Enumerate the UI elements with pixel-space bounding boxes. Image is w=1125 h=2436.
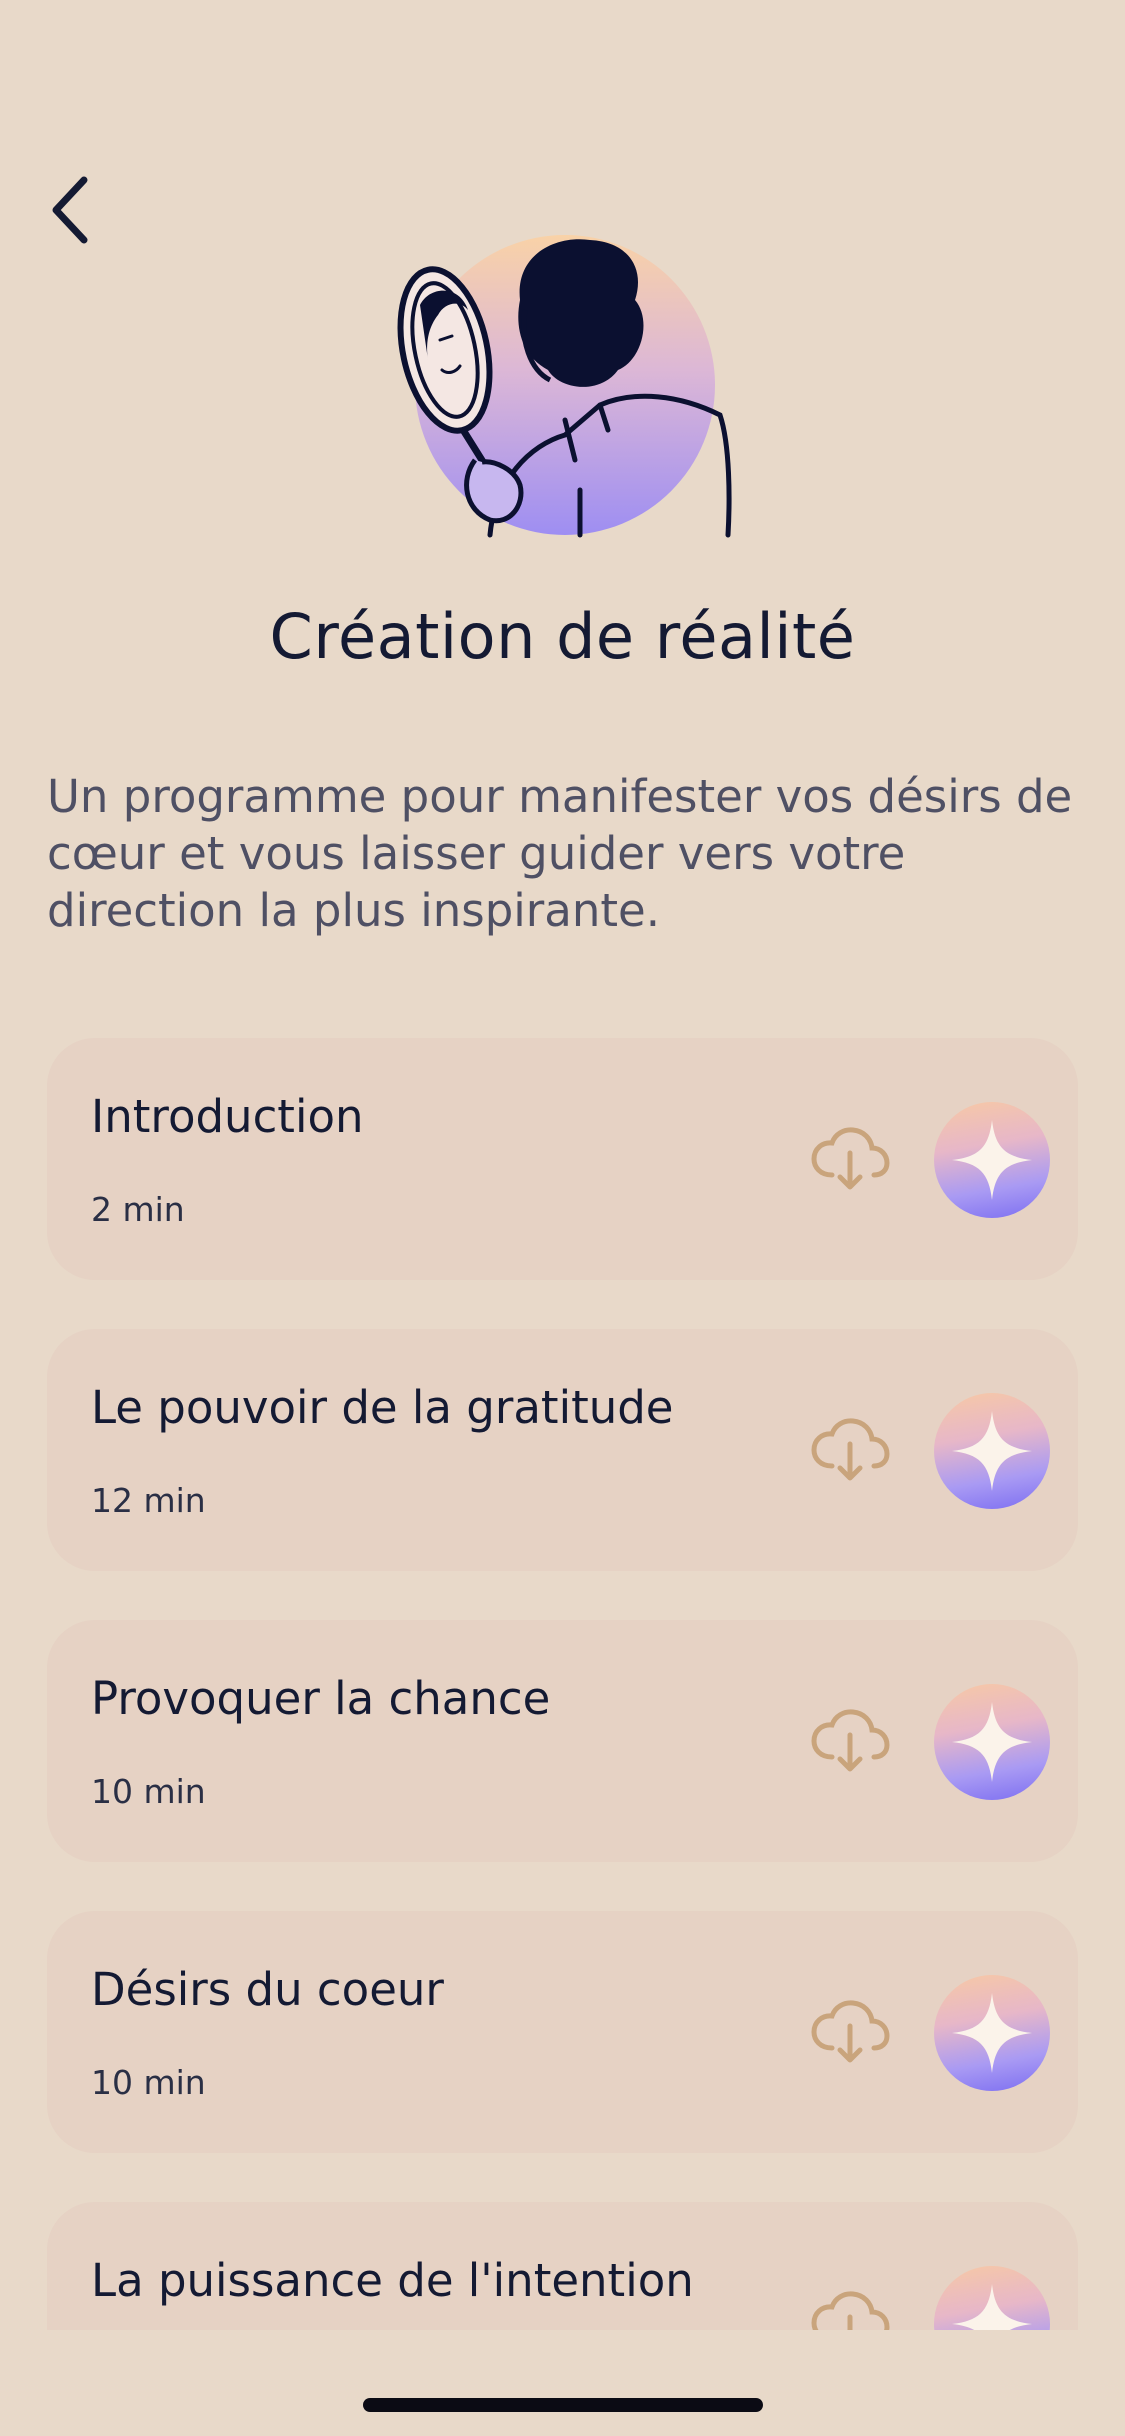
play-button[interactable] [934, 1975, 1050, 2091]
session-card[interactable]: Provoquer la chance 10 min [47, 1620, 1078, 1862]
cloud-download-icon [811, 1127, 890, 1190]
program-description: Un programme pour manifester vos désirs … [47, 770, 1073, 937]
download-button[interactable] [810, 1124, 890, 1194]
download-button[interactable] [810, 2288, 890, 2330]
back-button[interactable] [40, 170, 100, 250]
session-title: Désirs du coeur [91, 1963, 444, 2016]
session-duration: 10 min [91, 1772, 206, 1811]
cloud-download-icon [811, 2291, 890, 2330]
play-button[interactable] [934, 1393, 1050, 1509]
session-list: Introduction 2 min Le pouvoir de la grat… [47, 1038, 1078, 2330]
session-title: Provoquer la chance [91, 1672, 551, 1725]
woman-with-mirror-illustration [397, 235, 732, 538]
home-indicator[interactable] [363, 2398, 763, 2412]
session-duration: 2 min [91, 1190, 185, 1229]
program-title: Création de réalité [269, 600, 856, 673]
session-card[interactable]: Introduction 2 min [47, 1038, 1078, 1280]
session-title: Le pouvoir de la gratitude [91, 1381, 674, 1434]
session-duration: 10 min [91, 2063, 206, 2102]
session-duration: 12 min [91, 1481, 206, 1520]
sparkle-play-icon [952, 1411, 1032, 1491]
session-title: La puissance de l'intention [91, 2254, 694, 2307]
session-card[interactable]: La puissance de l'intention [47, 2202, 1078, 2330]
download-button[interactable] [810, 1997, 890, 2067]
sparkle-play-icon [952, 2284, 1032, 2330]
play-button[interactable] [934, 1684, 1050, 1800]
session-card[interactable]: Désirs du coeur 10 min [47, 1911, 1078, 2153]
download-button[interactable] [810, 1706, 890, 1776]
session-card[interactable]: Le pouvoir de la gratitude 12 min [47, 1329, 1078, 1571]
download-button[interactable] [810, 1415, 890, 1485]
play-button[interactable] [934, 2266, 1050, 2330]
cloud-download-icon [811, 2000, 890, 2063]
sparkle-play-icon [952, 1120, 1032, 1200]
sparkle-play-icon [952, 1702, 1032, 1782]
play-button[interactable] [934, 1102, 1050, 1218]
cloud-download-icon [811, 1709, 890, 1772]
chevron-left-icon [52, 176, 88, 244]
cloud-download-icon [811, 1418, 890, 1481]
session-title: Introduction [91, 1090, 364, 1143]
sparkle-play-icon [952, 1993, 1032, 2073]
